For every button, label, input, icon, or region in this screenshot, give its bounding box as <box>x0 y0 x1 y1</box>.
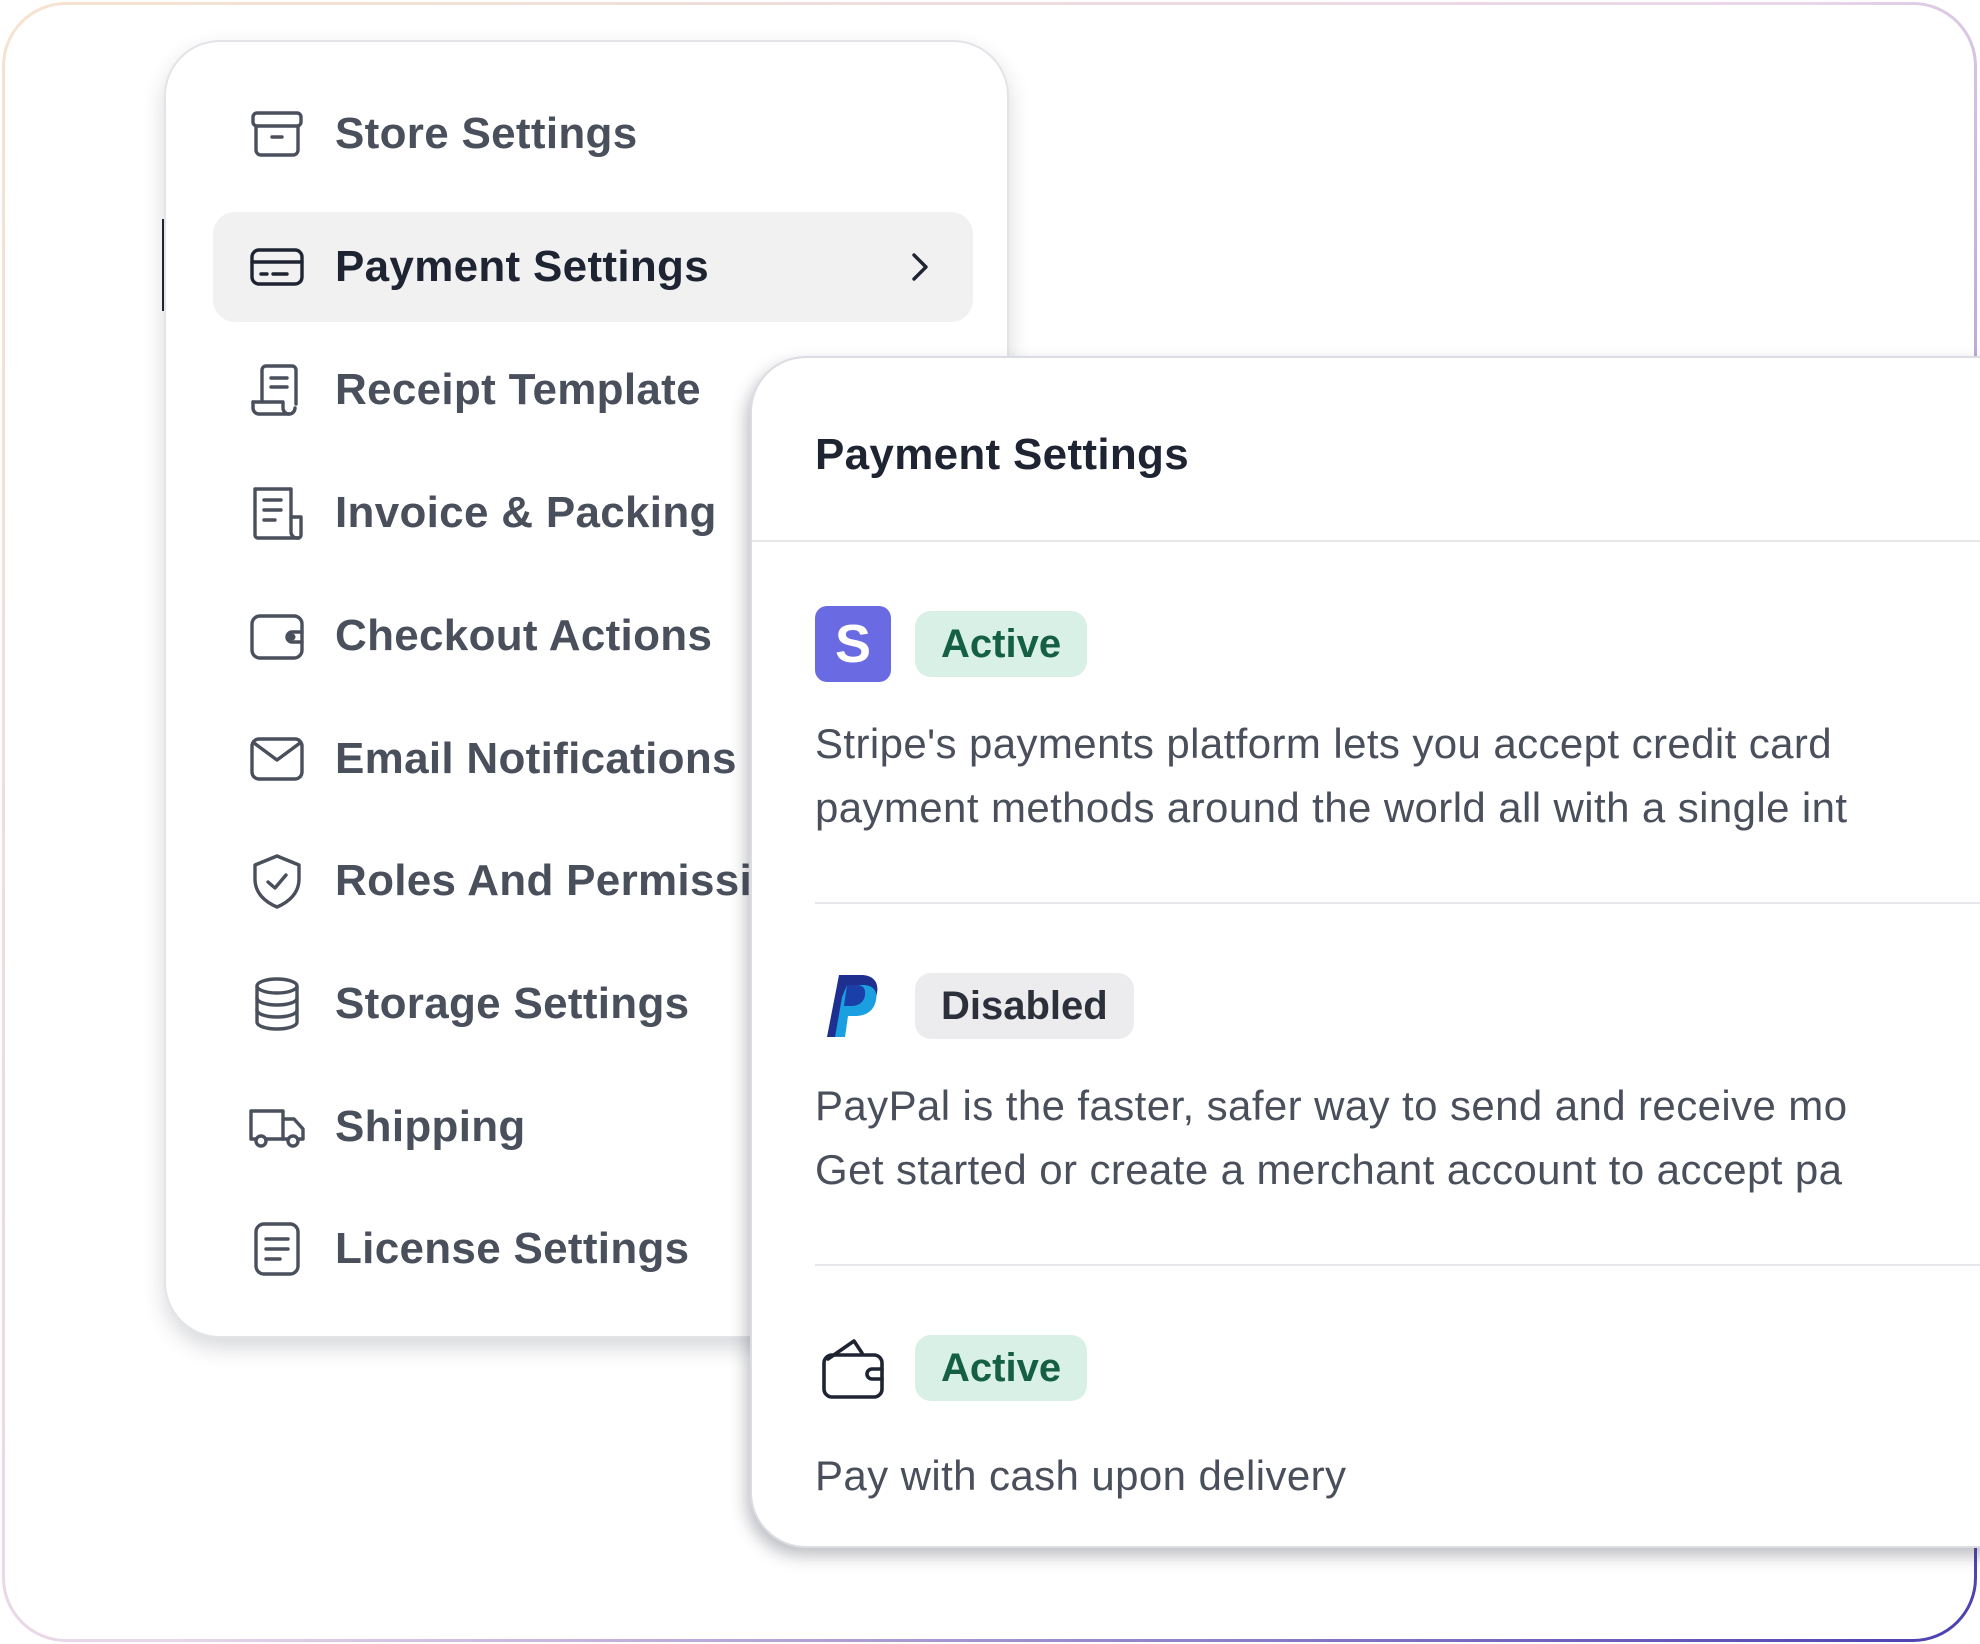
wallet-icon <box>247 606 307 666</box>
payment-method-cash-on-delivery[interactable]: Active Pay with cash upon delivery <box>815 1330 1980 1508</box>
stripe-logo: S <box>815 606 891 682</box>
status-badge: Disabled <box>915 973 1134 1039</box>
invoice-icon <box>247 483 307 543</box>
payment-settings-panel: Payment Settings S Active Stripe's payme… <box>750 356 1980 1548</box>
header-divider <box>752 540 1980 542</box>
envelope-icon <box>247 729 307 789</box>
paypal-logo <box>815 968 891 1044</box>
payment-method-stripe[interactable]: S Active Stripe's payments platform lets… <box>815 606 1980 840</box>
status-badge: Active <box>915 611 1088 677</box>
sidebar-item-label: License Settings <box>335 1224 690 1273</box>
method-description: PayPal is the faster, safer way to send … <box>815 1082 1848 1193</box>
sidebar-item-payment-settings[interactable]: Payment Settings <box>213 212 973 322</box>
sidebar-item-label: Email Notifications <box>335 734 737 783</box>
sidebar-item-label: Store Settings <box>335 109 638 158</box>
chevron-right-icon <box>912 253 928 281</box>
page-title: Payment Settings <box>815 430 1190 479</box>
sidebar-item-label: Storage Settings <box>335 979 690 1028</box>
sidebar-item-label: Checkout Actions <box>335 611 713 660</box>
shield-check-icon <box>247 851 307 911</box>
method-divider <box>815 902 1980 904</box>
credit-card-icon <box>247 237 307 297</box>
method-description: Stripe's payments platform lets you acce… <box>815 720 1848 831</box>
receipt-icon <box>247 360 307 420</box>
truck-icon <box>247 1097 307 1157</box>
sidebar-item-label: Shipping <box>335 1102 526 1151</box>
sidebar-item-label: Payment Settings <box>335 242 710 291</box>
sidebar-item-label: Receipt Template <box>335 365 701 414</box>
method-description: Pay with cash upon delivery <box>815 1452 1347 1499</box>
wallet-icon <box>815 1330 891 1406</box>
status-badge: Active <box>915 1335 1088 1401</box>
canvas: Store Settings Payment Settings Receipt … <box>0 0 1980 1644</box>
store-box-icon <box>247 104 307 164</box>
sidebar-item-label: Invoice & Packing <box>335 488 717 537</box>
payment-method-paypal[interactable]: Disabled PayPal is the faster, safer way… <box>815 968 1980 1202</box>
document-icon <box>247 1219 307 1279</box>
method-divider <box>815 1264 1980 1266</box>
sidebar-item-store-settings[interactable]: Store Settings <box>213 79 973 189</box>
database-icon <box>247 974 307 1034</box>
